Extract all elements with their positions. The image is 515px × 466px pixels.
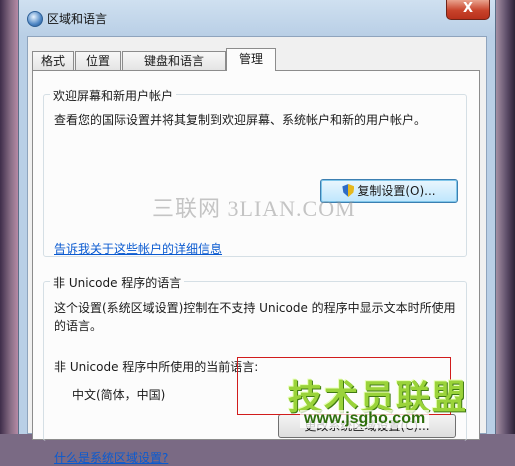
desktop-background-left — [0, 0, 18, 434]
non-unicode-description: 这个设置(系统区域设置)控制在不支持 Unicode 的程序中显示文本时所使用的… — [54, 301, 456, 333]
current-language-value: 中文(简体，中国) — [72, 388, 166, 402]
welcome-description: 查看您的国际设置并将其复制到欢迎屏幕、系统帐户和新的用户帐户。 — [54, 113, 427, 127]
current-language-label: 非 Unicode 程序中所使用的当前语言: — [54, 360, 259, 374]
tab-location[interactable]: 位置 — [75, 51, 121, 70]
copy-settings-label: 复制设置(O)... — [357, 184, 436, 198]
welcome-screen-group: 欢迎屏幕和新用户帐户 查看您的国际设置并将其复制到欢迎屏幕、系统帐户和新的用户帐… — [43, 87, 467, 257]
welcome-group-title: 欢迎屏幕和新用户帐户 — [50, 87, 177, 104]
watermark-logo-url: www.jsgho.com — [300, 410, 430, 428]
tab-keyboards-languages[interactable]: 键盘和语言 — [122, 51, 226, 70]
tab-administrative[interactable]: 管理 — [226, 48, 276, 71]
globe-icon — [27, 11, 43, 27]
window-title: 区域和语言 — [47, 12, 108, 26]
non-unicode-group-title: 非 Unicode 程序的语言 — [50, 274, 185, 291]
desktop-background-right — [496, 0, 515, 434]
title-bar[interactable]: 区域和语言 X — [19, 0, 495, 34]
system-locale-help-link[interactable]: 什么是系统区域设置? — [54, 449, 168, 466]
tab-formats[interactable]: 格式 — [32, 51, 74, 70]
close-button[interactable]: X — [446, 0, 490, 20]
watermark-3lian: 三联网 3LIAN.COM — [152, 196, 356, 221]
accounts-info-link[interactable]: 告诉我关于这些帐户的详细信息 — [54, 240, 222, 257]
